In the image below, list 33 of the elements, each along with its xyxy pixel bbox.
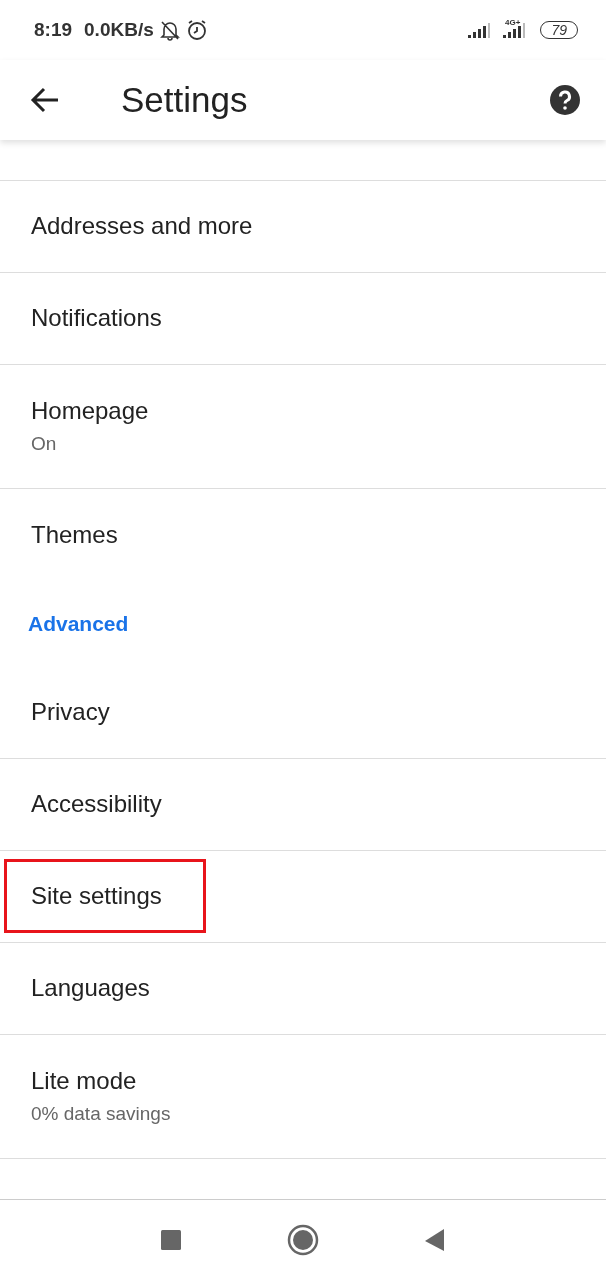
settings-item[interactable]: Homepage On (0, 364, 606, 489)
network-type: 4G+ (505, 18, 521, 27)
signal-icon (467, 20, 492, 39)
item-title: Themes (31, 520, 118, 549)
home-button[interactable] (287, 1224, 319, 1257)
section-header: Advanced (27, 610, 130, 637)
recents-button[interactable] (160, 1229, 182, 1252)
item-subtitle: 0% data savings (31, 1103, 171, 1126)
back-button[interactable] (30, 86, 60, 113)
item-title: Addresses and more (31, 212, 253, 241)
item-title: Notifications (31, 304, 162, 333)
settings-item[interactable]: Languages (0, 942, 606, 1035)
alarm-icon (185, 18, 208, 41)
network-speed: 0.0KB/s (84, 18, 154, 41)
item-title: Lite mode (31, 1067, 138, 1096)
settings-item[interactable]: Site settings (0, 850, 606, 943)
status-time: 8:19 (34, 18, 73, 41)
settings-item[interactable]: Themes (0, 488, 606, 581)
settings-item[interactable]: Notifications (0, 272, 606, 365)
item-subtitle: On (31, 433, 58, 456)
signal-icon (500, 20, 527, 39)
item-title: Site settings (31, 882, 162, 911)
page-title: Settings (121, 79, 248, 120)
item-title: Homepage (31, 397, 149, 426)
item-title: Privacy (31, 698, 110, 727)
settings-item[interactable]: Accessibility (0, 758, 606, 851)
back-nav-button[interactable] (424, 1228, 446, 1253)
help-icon[interactable] (550, 84, 580, 115)
settings-item[interactable]: Privacy (0, 666, 606, 759)
item-title: Languages (31, 974, 150, 1003)
settings-item[interactable]: Lite mode 0% data savings (0, 1034, 606, 1159)
settings-item[interactable]: Addresses and more (0, 180, 606, 273)
item-title: Accessibility (31, 790, 162, 819)
